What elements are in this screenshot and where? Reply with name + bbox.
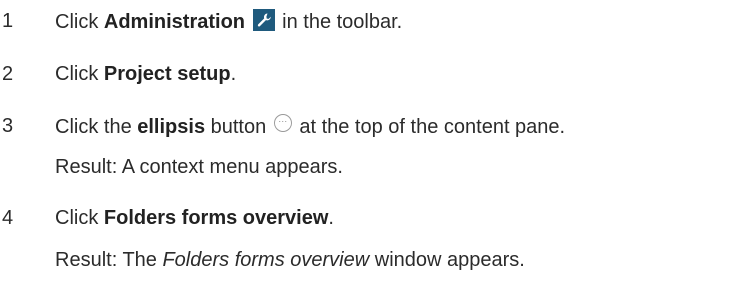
step-pre-text: Click: [55, 207, 104, 229]
step-pre-text: Click the: [55, 116, 138, 138]
step-text: Click Administration in the toolbar.: [55, 9, 402, 34]
step-pre-text: Click: [55, 63, 104, 85]
step-mid-text: button: [205, 116, 272, 138]
step-number: 2: [2, 63, 14, 85]
step-4: 4 Click Folders forms overview.: [0, 206, 731, 230]
window-name: Folders forms overview: [162, 249, 370, 271]
step-number: 4: [2, 207, 14, 229]
step-number: 3: [2, 115, 14, 137]
step-text: Click Folders forms overview.: [55, 206, 334, 230]
ui-term: Folders forms overview: [103, 207, 329, 229]
step-text: Click the ellipsis button ··· at the top…: [55, 114, 565, 139]
step-1: 1 Click Administration in the toolbar.: [0, 9, 731, 33]
ui-term: Project setup: [103, 63, 231, 85]
step-post-text: .: [230, 63, 237, 85]
ui-term: Administration: [103, 11, 246, 33]
step-number: 1: [2, 10, 14, 32]
step-3: 3 Click the ellipsis button ··· at the t…: [0, 114, 731, 138]
ellipsis-icon: ···: [273, 114, 292, 132]
ui-term: ellipsis: [137, 116, 206, 138]
procedure-steps: 1 Click Administration in the toolbar. 2…: [0, 0, 731, 294]
step-2: 2 Click Project setup.: [0, 62, 731, 86]
step-4-result: Result: The Folders forms overview windo…: [55, 248, 525, 272]
step-text: Click Project setup.: [55, 62, 236, 86]
result-pre-text: Result: The: [55, 249, 163, 271]
step-3-result: Result: A context menu appears.: [55, 156, 343, 178]
step-post-text: in the toolbar.: [276, 11, 403, 33]
wrench-icon: [252, 9, 275, 31]
step-post-text: at the top of the content pane.: [293, 116, 566, 138]
result-post-text: window appears.: [369, 249, 525, 271]
step-post-text: .: [328, 207, 334, 229]
step-pre-text: Click: [55, 11, 104, 33]
